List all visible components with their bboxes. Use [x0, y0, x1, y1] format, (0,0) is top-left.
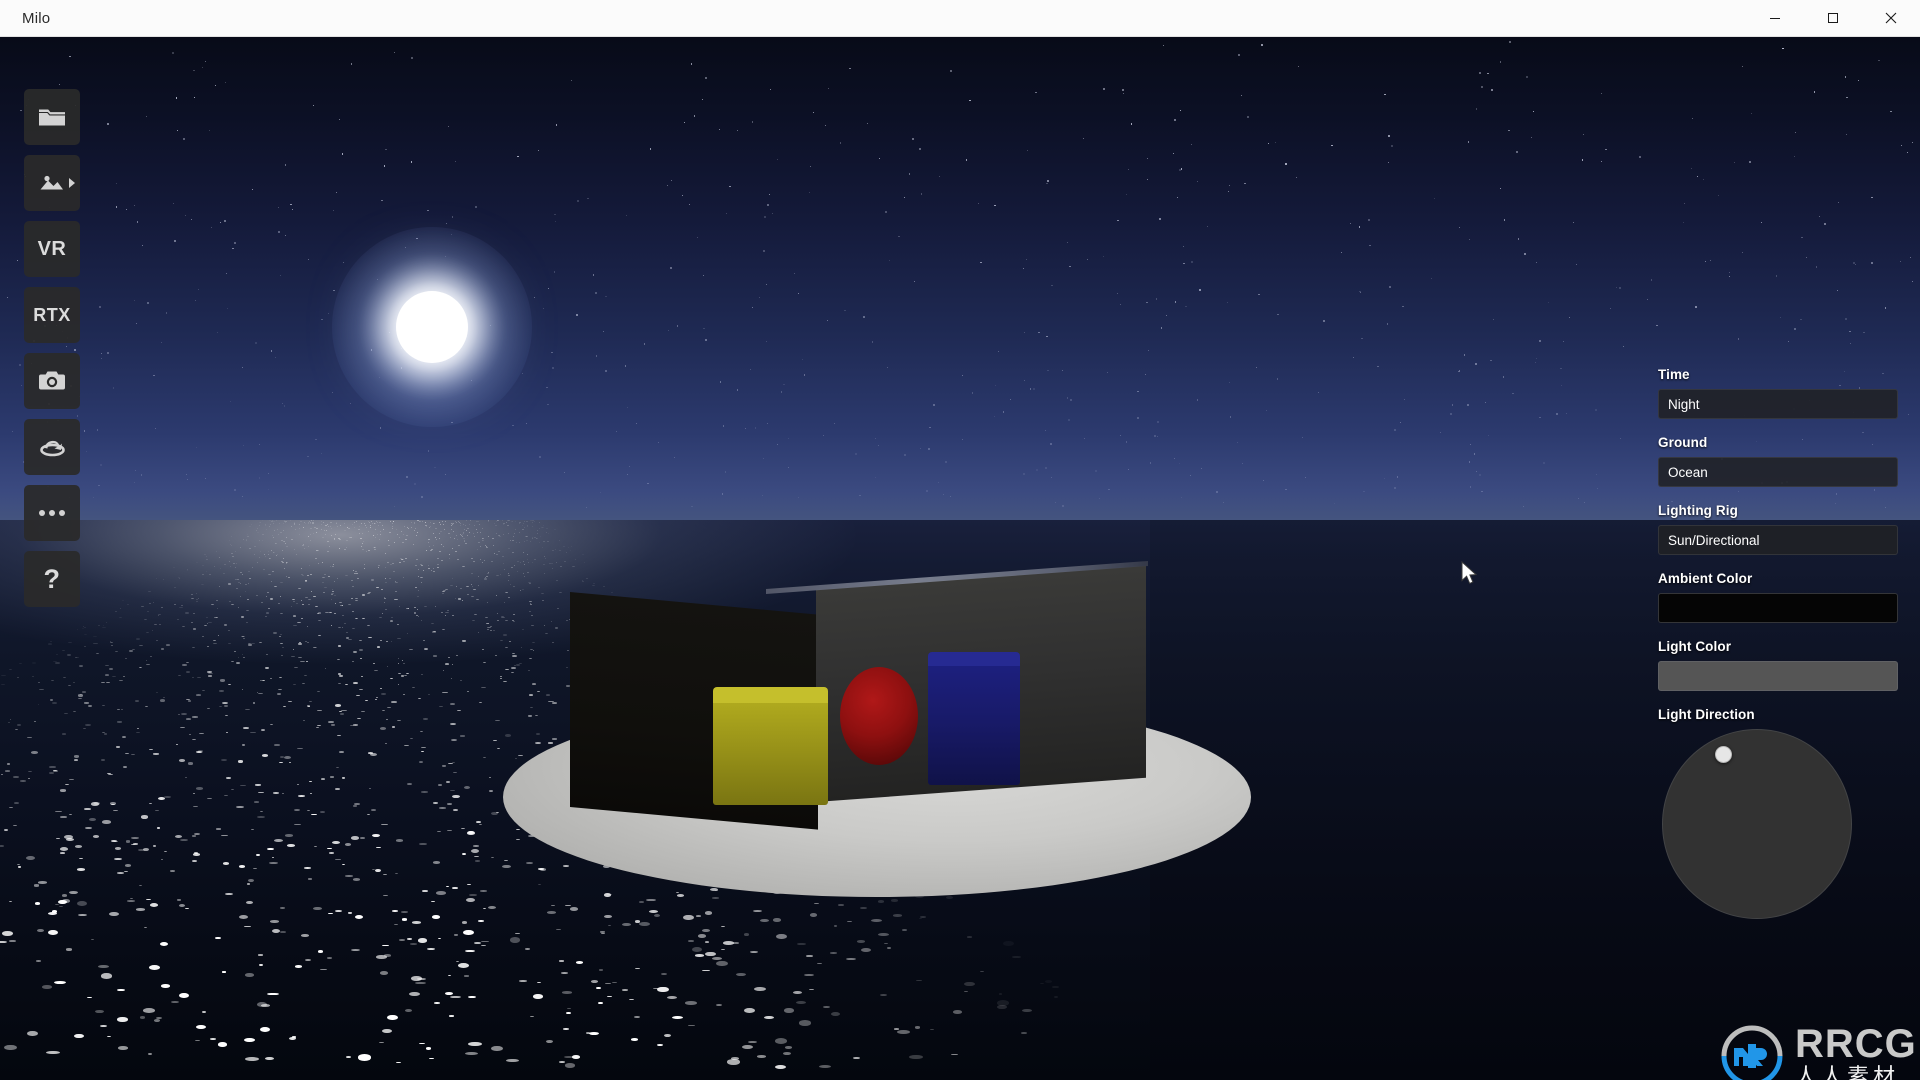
lighting-rig-label: Lighting Rig: [1658, 503, 1738, 518]
open-file-button[interactable]: [24, 89, 80, 145]
cube-yellow: [713, 695, 828, 805]
close-icon: [1885, 12, 1897, 24]
cube-yellow-top-face: [713, 687, 828, 703]
field-time: Time Night: [1658, 367, 1898, 419]
vr-label: VR: [37, 237, 67, 260]
ambient-color-swatch[interactable]: [1658, 593, 1898, 623]
light-direction-label: Light Direction: [1658, 707, 1755, 722]
minimize-icon: [1770, 18, 1780, 19]
question-mark-icon: ?: [43, 563, 61, 594]
time-label: Time: [1658, 367, 1690, 382]
milo-app-window: Milo VR RTX ? Time Night Ground Ocean Li…: [0, 0, 1920, 1080]
ground-label: Ground: [1658, 435, 1708, 450]
field-light-direction: Light Direction: [1658, 707, 1898, 919]
camera-icon: [39, 371, 65, 390]
field-ground: Ground Ocean: [1658, 435, 1898, 487]
time-select[interactable]: Night: [1658, 389, 1898, 419]
chevron-right-icon: [69, 178, 75, 188]
image-scene-icon: [40, 175, 63, 190]
vr-mode-button[interactable]: VR: [24, 221, 80, 277]
window-title: Milo: [22, 9, 51, 27]
folder-open-icon: [39, 109, 65, 126]
lighting-rig-select[interactable]: Sun/Directional: [1658, 525, 1898, 555]
environment-picker-button[interactable]: [24, 155, 80, 211]
scene-objects: [0, 37, 1920, 1080]
box-blue: [928, 659, 1020, 785]
maximize-button[interactable]: [1804, 0, 1862, 36]
more-dots-icon: [39, 510, 65, 516]
light-direction-handle[interactable]: [1715, 746, 1732, 763]
field-light-color: Light Color: [1658, 639, 1898, 691]
help-button[interactable]: ?: [24, 551, 80, 607]
field-lighting-rig: Lighting Rig Sun/Directional: [1658, 503, 1898, 555]
rtx-label: RTX: [33, 304, 71, 325]
screenshot-button[interactable]: [24, 353, 80, 409]
maximize-icon: [1828, 13, 1838, 23]
light-color-label: Light Color: [1658, 639, 1732, 654]
light-direction-pad[interactable]: [1662, 729, 1852, 919]
render-viewport[interactable]: VR RTX ? Time Night Ground Ocean Lightin…: [0, 37, 1920, 1080]
close-button[interactable]: [1862, 0, 1920, 36]
more-options-button[interactable]: [24, 485, 80, 541]
minimize-button[interactable]: [1746, 0, 1804, 36]
sphere-red: [840, 667, 918, 765]
properties-panel: Time Night Ground Ocean Lighting Rig Sun…: [1658, 367, 1898, 935]
field-ambient-color: Ambient Color: [1658, 571, 1898, 623]
box-blue-top-face: [928, 652, 1020, 666]
ambient-color-label: Ambient Color: [1658, 571, 1753, 586]
ground-select[interactable]: Ocean: [1658, 457, 1898, 487]
rtx-toggle-button[interactable]: RTX: [24, 287, 80, 343]
light-color-swatch[interactable]: [1658, 661, 1898, 691]
reset-view-button[interactable]: [24, 419, 80, 475]
title-bar: Milo: [0, 0, 1920, 37]
orbit-refresh-icon: [39, 440, 65, 457]
left-toolbar: VR RTX ?: [24, 89, 80, 607]
